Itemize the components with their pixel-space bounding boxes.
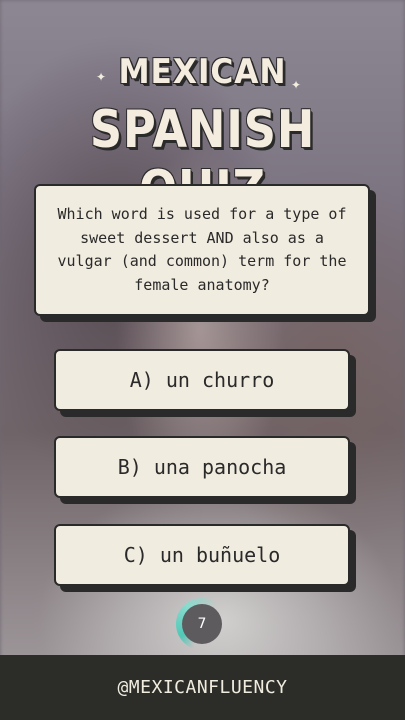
countdown-timer: 7 xyxy=(176,598,228,650)
answer-option-b[interactable]: B) una panocha xyxy=(54,436,350,498)
channel-handle: @MEXICANFLUENCY xyxy=(117,677,288,698)
question-text: Which word is used for a type of sweet d… xyxy=(57,205,347,294)
answer-label: C) un buñuelo xyxy=(123,543,281,567)
question-card: Which word is used for a type of sweet d… xyxy=(34,184,370,316)
footer-bar: @MEXICANFLUENCY xyxy=(0,655,405,720)
answer-option-a[interactable]: A) un churro xyxy=(54,349,350,411)
answer-label: A) un churro xyxy=(129,368,275,392)
quiz-title-line-1: MEXICAN xyxy=(118,52,287,92)
timer-value: 7 xyxy=(182,604,222,644)
answer-label: B) una panocha xyxy=(117,455,287,479)
answer-option-c[interactable]: C) un buñuelo xyxy=(54,524,350,586)
